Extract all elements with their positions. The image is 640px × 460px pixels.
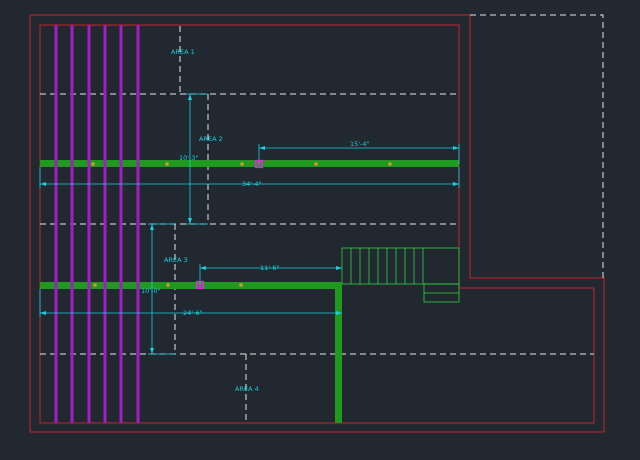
area-2-label: AREA 2 bbox=[199, 135, 223, 143]
area-1-label: AREA 1 bbox=[171, 48, 195, 56]
dim-10-0-text: 10'-0" bbox=[141, 287, 161, 295]
beam-vertical[interactable] bbox=[335, 282, 342, 423]
area-3-label: AREA 3 bbox=[164, 256, 188, 264]
dim-24-6-text: 24'-6" bbox=[183, 309, 203, 317]
node-marker bbox=[91, 162, 95, 166]
dim-15-4-text: 15'-4" bbox=[350, 140, 370, 148]
node-marker bbox=[314, 162, 318, 166]
boundary-outlines bbox=[29, 14, 605, 433]
dim-11-6-text: 11'-6" bbox=[260, 264, 280, 272]
node-marker bbox=[165, 162, 169, 166]
arrowhead bbox=[40, 182, 46, 186]
node-marker bbox=[166, 283, 170, 287]
beams[interactable] bbox=[40, 160, 459, 423]
stair[interactable] bbox=[341, 247, 460, 303]
arrowhead bbox=[40, 311, 46, 315]
cad-drawing-canvas[interactable]: AREA 1 AREA 2 AREA 3 AREA 4 15'-4" 10'-3… bbox=[0, 0, 640, 460]
beam-upper[interactable] bbox=[40, 160, 459, 167]
node-marker bbox=[93, 283, 97, 287]
arrowhead bbox=[150, 224, 154, 230]
arrowhead bbox=[150, 348, 154, 354]
node-marker bbox=[388, 162, 392, 166]
arrowhead bbox=[453, 182, 459, 186]
arrowhead bbox=[336, 266, 342, 270]
arrowhead bbox=[259, 146, 265, 150]
dim-34-4-text: 34'-4" bbox=[242, 180, 262, 188]
dim-10-3-text: 10'-3" bbox=[179, 154, 199, 162]
area-4-label: AREA 4 bbox=[235, 385, 259, 393]
arrowhead bbox=[188, 94, 192, 100]
node-marker bbox=[240, 162, 244, 166]
stair-flight bbox=[341, 247, 460, 285]
beam-lower[interactable] bbox=[40, 282, 342, 289]
outer-boundary bbox=[29, 14, 605, 433]
node-marker bbox=[239, 283, 243, 287]
arrowhead bbox=[200, 266, 206, 270]
dashed-guides bbox=[40, 14, 604, 423]
arrowhead bbox=[188, 218, 192, 224]
arrowhead bbox=[453, 146, 459, 150]
dashed-region-outline bbox=[470, 14, 604, 278]
